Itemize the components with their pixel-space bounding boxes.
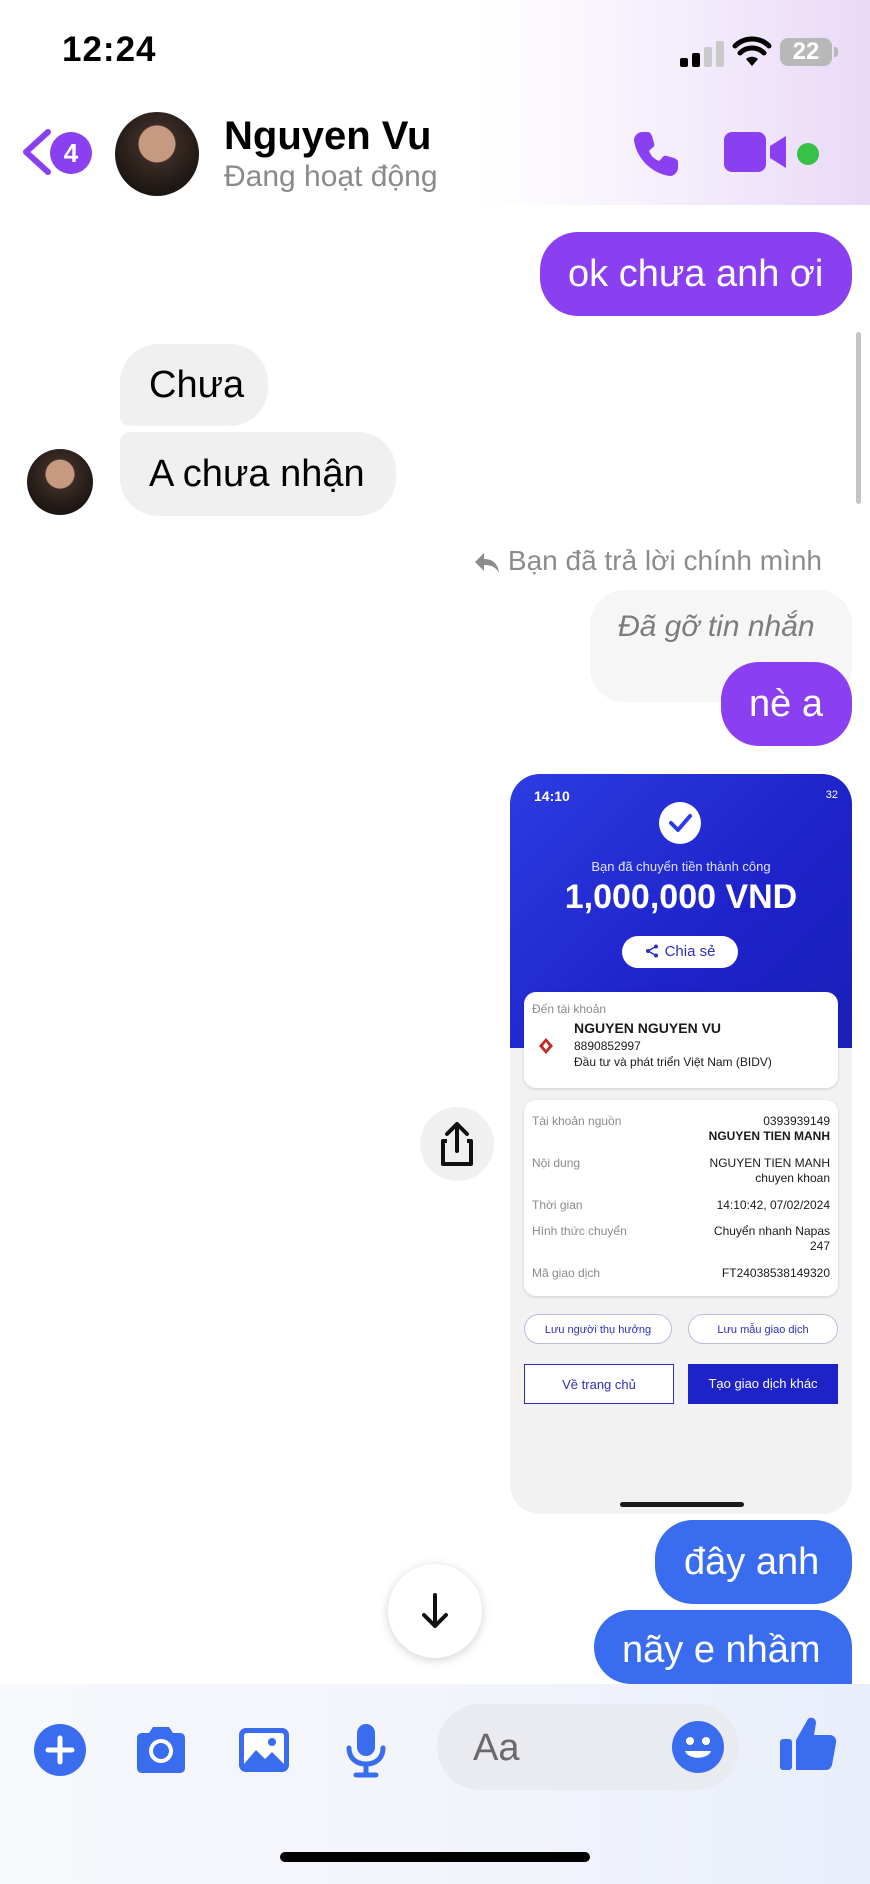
check-icon [659,802,701,844]
battery-indicator: 22 [780,38,838,66]
plus-icon[interactable] [32,1722,88,1778]
receipt-row-label: Nội dung [532,1156,581,1170]
thumbs-up-icon[interactable] [778,1714,838,1774]
receipt-recipient-card: Đến tài khoản NGUYEN NGUYEN VU 889085299… [524,992,838,1088]
message-bubble-received[interactable]: Chưa [120,344,268,426]
bank-logo-icon [539,1038,553,1054]
share-button[interactable] [420,1107,494,1181]
receipt-row-label: Thời gian [532,1198,583,1212]
wifi-icon [732,36,772,66]
receipt-clock: 14:10 [534,788,570,804]
receipt-row-value: 0393939149 NGUYEN TIEN MANH [708,1114,830,1143]
arrow-down-icon [422,1593,448,1628]
receipt-row-value: Chuyển nhanh Napas 247 [713,1224,830,1253]
receipt-recipient-account: 8890852997 [574,1039,641,1053]
receipt-recipient-name: NGUYEN NGUYEN VU [574,1020,722,1036]
home-indicator [280,1852,590,1862]
receipt-amount: 1,000,000 VND [564,878,798,916]
message-bubble-sent[interactable]: đây anh [655,1520,852,1604]
share-icon [441,1122,473,1166]
message-bubble-received[interactable]: A chưa nhận [120,432,396,516]
camera-icon[interactable] [133,1722,189,1778]
receipt-share-label: Chia sẻ [664,943,716,960]
receipt-battery: 32 [825,789,838,801]
receipt-row-label: Hình thức chuyển [532,1224,627,1238]
microphone-icon[interactable] [338,1722,394,1778]
receipt-row-value: FT24038538149320 [721,1266,830,1280]
transfer-receipt-image[interactable]: 14:10 32 Bạn đã chuyển tiền thành công 1… [510,774,852,1514]
cellular-signal-icon [680,41,724,67]
message-bubble-sent[interactable]: nãy e nhầm [594,1610,852,1684]
phone-call-icon[interactable] [630,128,682,180]
unread-count-badge[interactable]: 4 [50,132,92,174]
photo-gallery-icon[interactable] [236,1722,292,1778]
scroll-to-bottom-button[interactable] [388,1564,482,1658]
receipt-home-indicator [620,1502,744,1507]
receipt-row-value: NGUYEN TIEN MANH chuyen khoan [709,1156,830,1185]
reply-indicator-text: Bạn đã trả lời chính mình [507,545,822,576]
contact-name[interactable]: Nguyen Vu [224,114,431,159]
emoji-icon[interactable] [671,1720,725,1774]
message-input[interactable] [471,1722,655,1774]
contact-active-status: Đang hoạt động [224,160,438,193]
receipt-success-text: Bạn đã chuyển tiền thành công [591,859,771,874]
video-call-icon[interactable] [724,130,788,174]
receipt-save-template: Lưu mẫu giao dịch [688,1314,838,1344]
scrollbar[interactable] [856,332,861,504]
receipt-new-transaction-button: Tạo giao dịch khác [688,1364,838,1404]
receipt-home-button: Về trang chủ [524,1364,674,1404]
contact-avatar[interactable] [115,112,199,196]
receipt-row-value: 14:10:42, 07/02/2024 [716,1198,830,1212]
receipt-share-button: Chia sẻ [622,936,738,968]
reply-indicator: Bạn đã trả lời chính mình [474,545,822,577]
receipt-row-label: Tài khoản nguồn [532,1114,622,1128]
reply-arrow-icon [474,552,499,573]
clock: 12:24 [62,30,157,69]
receipt-save-beneficiary: Lưu người thụ hưởng [524,1314,672,1344]
chat-header: 4 Nguyen Vu Đang hoạt động [0,100,870,205]
message-bubble-sent[interactable]: ok chưa anh ơi [540,232,852,316]
receipt-details-card: Tài khoản nguồn 0393939149 NGUYEN TIEN MA… [524,1100,838,1296]
message-input-container[interactable] [437,1704,739,1790]
message-bubble-sent[interactable]: nè a [721,662,852,746]
receipt-to-label: Đến tài khoản [532,1002,607,1016]
contact-avatar-small[interactable] [27,449,93,515]
share-nodes-icon [645,944,658,958]
receipt-row-label: Mã giao dịch [532,1266,601,1280]
online-status-dot [797,143,819,165]
receipt-recipient-bank: Đầu tư và phát triển Việt Nam (BIDV) [574,1055,772,1069]
status-bar: 12:24 22 [0,0,870,100]
